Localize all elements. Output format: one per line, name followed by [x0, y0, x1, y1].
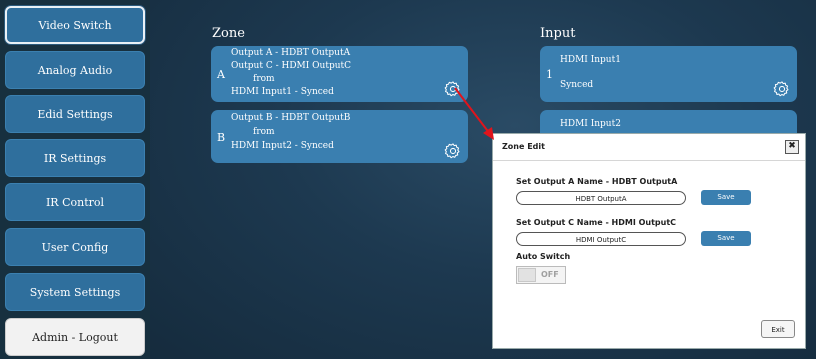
exit-button[interactable]: Exit	[761, 320, 795, 338]
output-a-name-label: Set Output A Name - HDBT OutputA	[516, 177, 678, 186]
input-title: Input	[540, 26, 576, 41]
nav-ir-settings[interactable]: IR Settings	[5, 139, 145, 177]
nav-ir-control[interactable]: IR Control	[5, 183, 145, 221]
zone-output-line: Output C - HDMI OutputC	[231, 61, 352, 71]
zone-output-line: Output A - HDBT OutputA	[231, 48, 351, 58]
output-a-name-input[interactable]: HDBT OutputA	[516, 191, 686, 205]
gear-icon[interactable]	[773, 80, 791, 98]
gear-icon[interactable]	[444, 142, 462, 160]
nav-edid-settings[interactable]: Edid Settings	[5, 95, 145, 133]
zone-from-label: from	[253, 74, 275, 84]
dialog-title: Zone Edit	[502, 142, 545, 151]
input-number: 1	[546, 68, 553, 81]
output-c-name-label: Set Output C Name - HDMI OutputC	[516, 218, 677, 227]
zone-letter: A	[217, 68, 225, 81]
input-status: Synced	[560, 80, 594, 90]
zone-output-line: Output B - HDBT OutputB	[231, 113, 351, 123]
zone-from-label: from	[253, 127, 275, 137]
zone-input-status: HDMI Input2 - Synced	[231, 141, 334, 151]
input-name: HDMI Input2	[560, 119, 621, 129]
nav-user-config[interactable]: User Config	[5, 228, 145, 266]
zone-edit-dialog: Zone Edit ✖ Set Output A Name - HDBT Out…	[492, 133, 806, 349]
save-output-a-button[interactable]: Save	[701, 190, 751, 205]
zone-card-a[interactable]: A Output A - HDBT OutputA Output C - HDM…	[211, 46, 468, 102]
zone-letter: B	[217, 131, 226, 144]
nav-analog-audio[interactable]: Analog Audio	[5, 51, 145, 89]
sidebar: Video Switch Analog Audio Edid Settings …	[0, 0, 150, 359]
gear-icon[interactable]	[444, 80, 462, 98]
input-name: HDMI Input1	[560, 55, 621, 65]
output-c-name-input[interactable]: HDMI OutputC	[516, 232, 686, 246]
auto-switch-label: Auto Switch	[516, 252, 571, 261]
toggle-state: OFF	[541, 270, 559, 279]
save-output-c-button[interactable]: Save	[701, 231, 751, 246]
close-icon[interactable]: ✖	[785, 140, 799, 154]
zone-title: Zone	[212, 26, 245, 41]
auto-switch-toggle[interactable]: OFF	[516, 266, 566, 284]
zone-input-status: HDMI Input1 - Synced	[231, 87, 334, 97]
nav-video-switch[interactable]: Video Switch	[5, 6, 145, 44]
toggle-knob	[518, 268, 536, 282]
zone-card-b[interactable]: B Output B - HDBT OutputB from HDMI Inpu…	[211, 110, 468, 163]
nav-admin-logout[interactable]: Admin - Logout	[5, 318, 145, 356]
input-card-1[interactable]: HDMI Input1 1 Synced	[540, 46, 797, 102]
nav-system-settings[interactable]: System Settings	[5, 273, 145, 311]
dialog-header: Zone Edit ✖	[493, 134, 805, 161]
